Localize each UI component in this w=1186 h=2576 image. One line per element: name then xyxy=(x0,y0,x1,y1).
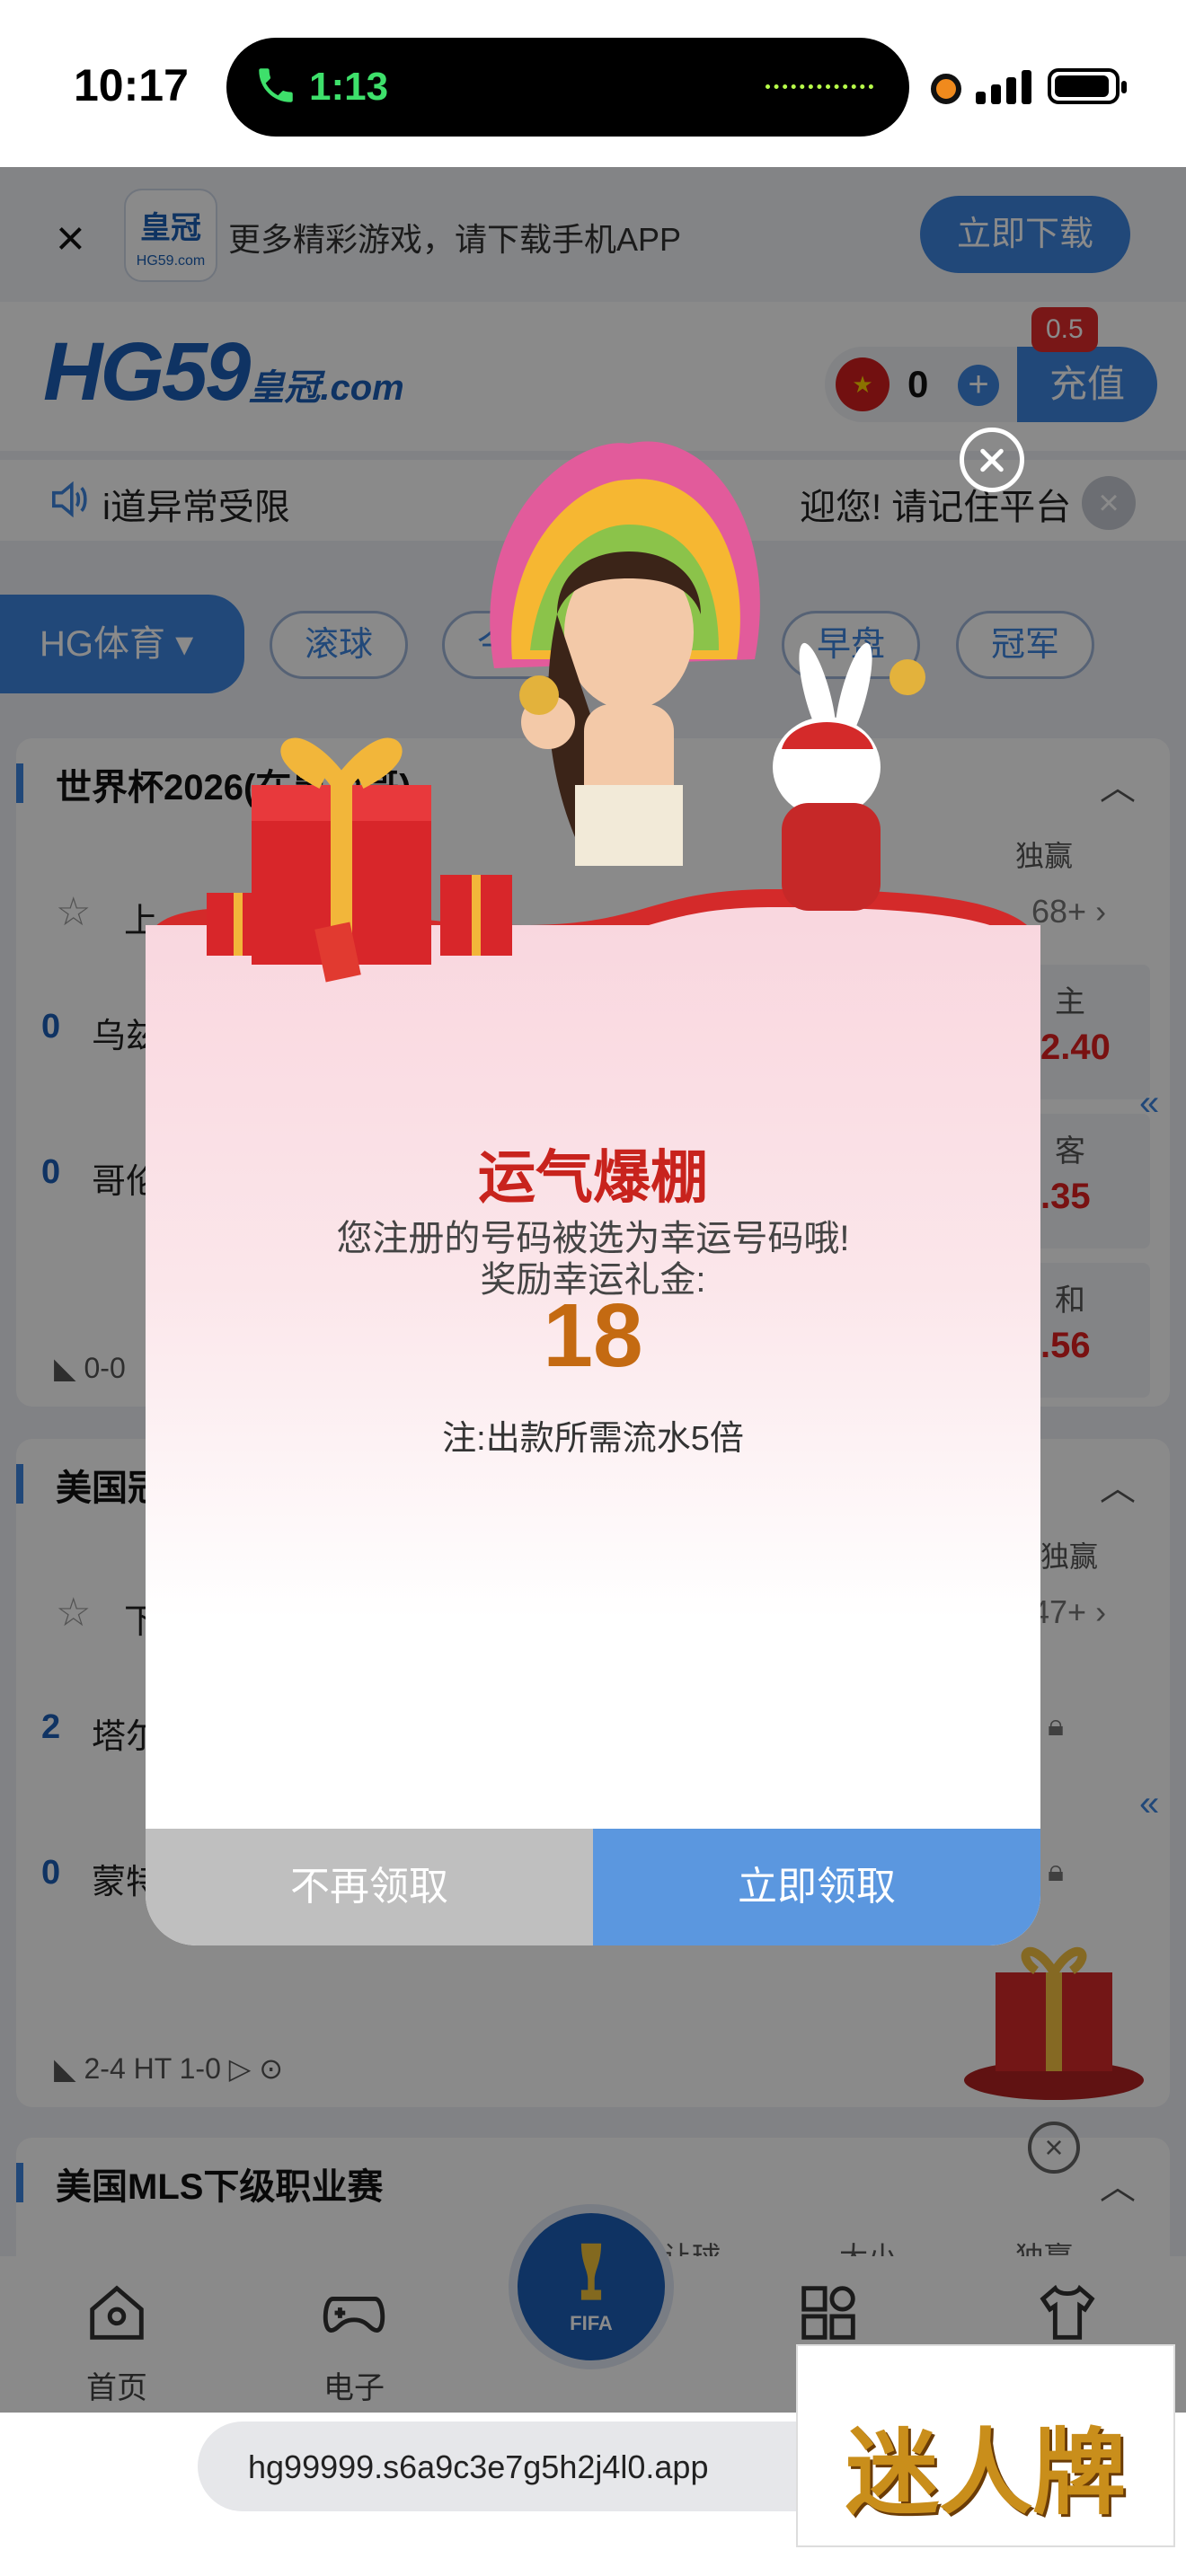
close-icon[interactable] xyxy=(960,428,1024,492)
turnover-note: 注:出款所需流水5倍 xyxy=(442,1420,744,1458)
gift-box-icon xyxy=(207,737,512,983)
rabbit-mascot-icon xyxy=(773,642,925,911)
watermark-text: 迷人牌 xyxy=(845,2417,1126,2527)
call-timer: 1:13 xyxy=(309,65,389,109)
lucky-bonus-modal: 运气爆棚 您注册的号码被选为幸运号码哦! 奖励幸运礼金: 18 注:出款所需流水… xyxy=(146,862,1040,1945)
claim-button[interactable]: 立即领取 xyxy=(593,1829,1040,1945)
phone-icon xyxy=(259,68,293,102)
url-text: hg99999.s6a9c3e7g5h2j4l0.app xyxy=(248,2448,709,2485)
decline-button[interactable]: 不再领取 xyxy=(146,1829,593,1945)
character-illustration xyxy=(490,441,760,866)
promo-illustration xyxy=(207,441,925,983)
watermark-logo: 迷人牌 xyxy=(796,2344,1175,2547)
recording-indicator-icon xyxy=(931,74,961,104)
battery-icon xyxy=(1048,68,1127,104)
modal-body: 运气爆棚 您注册的号码被选为幸运号码哦! 奖励幸运礼金: 18 注:出款所需流水… xyxy=(146,925,1040,1945)
clock: 10:17 xyxy=(74,60,189,110)
reward-amount: 18 xyxy=(543,1285,643,1386)
modal-title: 运气爆棚 xyxy=(478,1145,708,1210)
signal-icon xyxy=(976,68,1033,104)
dynamic-island[interactable]: 1:13 xyxy=(226,38,909,137)
status-bar: 10:17 1:13 xyxy=(0,0,1186,167)
audio-wave-icon xyxy=(766,84,873,90)
modal-actions: 不再领取 立即领取 xyxy=(146,1829,1040,1945)
